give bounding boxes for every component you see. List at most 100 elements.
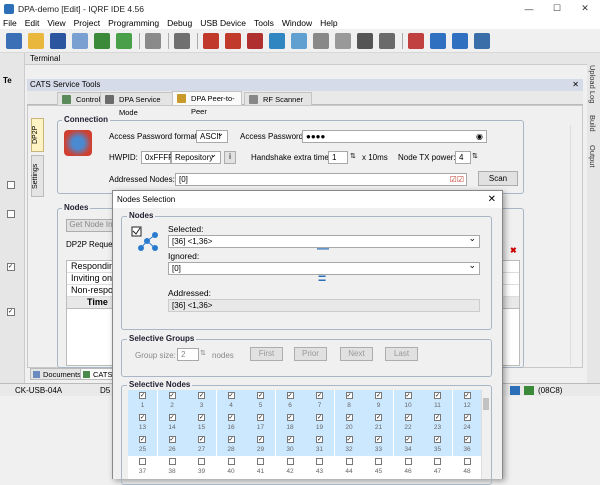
- usb-icon[interactable]: [430, 32, 446, 49]
- node-checkbox-cell[interactable]: 44: [335, 456, 364, 478]
- check-icon[interactable]: [94, 32, 110, 49]
- menu-help[interactable]: Help: [320, 18, 337, 28]
- node-checkbox-cell[interactable]: ✓ 27: [187, 434, 216, 456]
- node-checkbox[interactable]: ✓: [139, 414, 146, 421]
- node-checkbox-cell[interactable]: ✓ 3: [187, 390, 216, 412]
- node-checkbox-cell[interactable]: ✓ 22: [393, 412, 423, 434]
- open-icon[interactable]: [28, 32, 44, 49]
- build-icon[interactable]: [72, 32, 88, 49]
- node-checkbox-cell[interactable]: 46: [394, 456, 423, 478]
- pwd-format-select[interactable]: ASCII: [196, 128, 228, 143]
- node-checkbox-cell[interactable]: ✓ 18: [275, 412, 305, 434]
- node-checkbox[interactable]: ✓: [375, 414, 382, 421]
- node-checkbox-cell[interactable]: ✓ 33: [364, 434, 393, 456]
- node-checkbox[interactable]: ✓: [257, 436, 264, 443]
- menu-file[interactable]: File: [3, 18, 17, 28]
- node-checkbox[interactable]: [227, 458, 235, 465]
- first-button[interactable]: First: [250, 347, 283, 361]
- list-icon[interactable]: [379, 32, 395, 49]
- left-checkbox-checked[interactable]: ✓: [7, 308, 15, 316]
- node-checkbox[interactable]: [463, 458, 471, 465]
- menu-usb-device[interactable]: USB Device: [200, 18, 246, 28]
- node-checkbox-cell[interactable]: ✓ 10: [393, 390, 423, 412]
- documents-tab[interactable]: Documents: [30, 368, 86, 380]
- node-checkbox-cell[interactable]: ✓ 26: [157, 434, 187, 456]
- node-checkbox[interactable]: ✓: [434, 414, 441, 421]
- node-checkbox[interactable]: ✓: [286, 436, 294, 443]
- node-checkbox-cell[interactable]: ✓ 15: [187, 412, 216, 434]
- node-checkbox[interactable]: ✓: [345, 392, 353, 399]
- node-checkbox-cell[interactable]: 43: [305, 456, 334, 478]
- node-checkbox-cell[interactable]: ✓ 1: [128, 390, 157, 412]
- group-size-input[interactable]: 2: [177, 348, 199, 361]
- pwd-input[interactable]: ●●●● ◉: [302, 130, 487, 143]
- node-checkbox-cell[interactable]: ✓ 28: [216, 434, 246, 456]
- grid-scrollbar[interactable]: [481, 390, 490, 479]
- menu-window[interactable]: Window: [282, 18, 312, 28]
- node-checkbox-cell[interactable]: 47: [423, 456, 452, 478]
- terminal-icon[interactable]: [203, 32, 219, 49]
- node-checkbox-cell[interactable]: 45: [364, 456, 393, 478]
- node-checkbox[interactable]: [345, 458, 353, 465]
- node-checkbox-cell[interactable]: 48: [453, 456, 482, 478]
- node-checkbox-cell[interactable]: ✓ 2: [157, 390, 187, 412]
- left-checkbox[interactable]: [7, 210, 15, 218]
- side-tab-dp2p[interactable]: DP2P: [31, 118, 44, 152]
- tab-dpa-service-mode[interactable]: DPA Service Mode: [100, 92, 174, 117]
- node-checkbox[interactable]: ✓: [227, 414, 235, 421]
- node-checkbox[interactable]: ✓: [168, 392, 176, 399]
- node-checkbox[interactable]: [316, 458, 323, 465]
- node-checkbox[interactable]: ✓: [286, 414, 294, 421]
- node-checkbox[interactable]: ✓: [463, 414, 471, 421]
- node-checkbox[interactable]: [139, 458, 146, 465]
- get-node-info-button[interactable]: Get Node In: [66, 219, 116, 232]
- node-checkbox[interactable]: ✓: [198, 392, 205, 399]
- node-checkbox[interactable]: ✓: [139, 392, 146, 399]
- node-checkbox[interactable]: ✓: [434, 392, 441, 399]
- cats-tab[interactable]: CATS S: [80, 368, 115, 390]
- menu-view[interactable]: View: [47, 18, 65, 28]
- node-checkbox[interactable]: [375, 458, 382, 465]
- node-checkbox[interactable]: ✓: [375, 436, 382, 443]
- left-checkbox[interactable]: [7, 181, 15, 189]
- repository-select[interactable]: Repository: [171, 149, 221, 164]
- save-icon[interactable]: [50, 32, 66, 49]
- grid-scroll-thumb[interactable]: [483, 398, 489, 410]
- node-checkbox[interactable]: [257, 458, 264, 465]
- node-checkbox[interactable]: ✓: [316, 414, 323, 421]
- menu-edit[interactable]: Edit: [25, 18, 40, 28]
- txpower-input[interactable]: 4: [455, 151, 471, 164]
- group-size-stepper[interactable]: ⇅: [200, 349, 206, 357]
- close-icon[interactable]: ✕: [571, 0, 599, 17]
- network-icon[interactable]: [247, 32, 263, 49]
- help-icon[interactable]: [474, 32, 490, 49]
- node-checkbox[interactable]: ✓: [257, 392, 264, 399]
- upload-log-tab[interactable]: Upload Log: [588, 65, 597, 103]
- service-icon[interactable]: [313, 32, 329, 49]
- upload-icon[interactable]: [116, 32, 132, 49]
- eye-icon[interactable]: ◉: [476, 131, 483, 142]
- node-checkbox[interactable]: ✓: [227, 436, 235, 443]
- node-checkbox-cell[interactable]: ✓ 20: [334, 412, 364, 434]
- menu-tools[interactable]: Tools: [254, 18, 274, 28]
- node-checkbox[interactable]: ✓: [198, 414, 205, 421]
- tr-icon[interactable]: [452, 32, 468, 49]
- node-checkbox[interactable]: ✓: [404, 392, 412, 399]
- node-checkbox[interactable]: ✓: [463, 436, 471, 443]
- node-checkbox-cell[interactable]: ✓ 31: [305, 434, 334, 456]
- rf-icon[interactable]: [335, 32, 351, 49]
- node-checkbox[interactable]: [198, 458, 205, 465]
- scan-button[interactable]: Scan: [478, 171, 518, 186]
- node-checkbox[interactable]: ✓: [375, 392, 382, 399]
- node-checkbox-cell[interactable]: ✓ 16: [216, 412, 246, 434]
- node-checkbox-cell[interactable]: 39: [187, 456, 216, 478]
- node-checkbox-cell[interactable]: ✓ 14: [157, 412, 187, 434]
- node-checkbox-cell[interactable]: ✓ 35: [423, 434, 452, 456]
- panel-scrollbar[interactable]: [570, 125, 580, 365]
- node-checkbox-cell[interactable]: 40: [217, 456, 246, 478]
- node-checkbox[interactable]: [286, 458, 294, 465]
- next-button[interactable]: Next: [340, 347, 373, 361]
- nodes-select-icon[interactable]: ☑☑: [450, 174, 464, 185]
- node-checkbox-cell[interactable]: 37: [128, 456, 157, 478]
- minimize-icon[interactable]: —: [515, 0, 543, 17]
